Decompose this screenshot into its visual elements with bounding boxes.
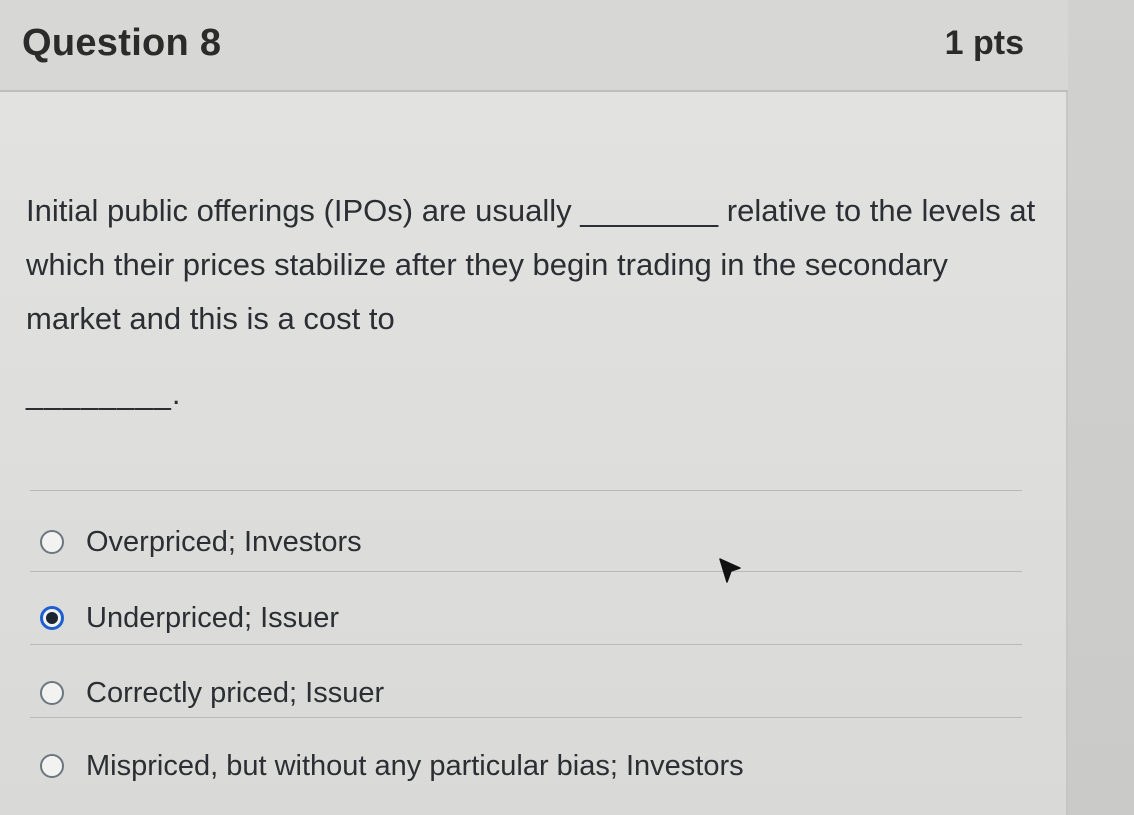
radio-button-3[interactable] bbox=[40, 681, 64, 705]
question-text: Initial public offerings (IPOs) are usua… bbox=[26, 193, 1036, 336]
answer-label-4: Mispriced, but without any particular bi… bbox=[86, 749, 744, 782]
answer-label-1: Overpriced; Investors bbox=[86, 525, 362, 558]
radio-button-1[interactable] bbox=[40, 530, 64, 554]
answers-top-divider bbox=[30, 490, 1022, 491]
answer-option-3[interactable]: Correctly priced; Issuer bbox=[40, 671, 384, 715]
answer-label-3: Correctly priced; Issuer bbox=[86, 676, 385, 709]
question-header: Question 8 1 pts bbox=[0, 0, 1068, 92]
answer-divider-1 bbox=[30, 571, 1022, 572]
radio-button-4[interactable] bbox=[40, 754, 64, 778]
answer-divider-3 bbox=[30, 717, 1022, 718]
question-title: Question 8 bbox=[22, 22, 222, 64]
mouse-pointer-icon bbox=[719, 558, 741, 583]
radio-button-2[interactable] bbox=[40, 606, 64, 630]
question-points: 1 pts bbox=[944, 24, 1024, 62]
answer-label-2: Underpriced; Issuer bbox=[86, 601, 340, 634]
answer-option-4[interactable]: Mispriced, but without any particular bi… bbox=[40, 744, 744, 788]
answer-option-1[interactable]: Overpriced; Investors bbox=[40, 520, 362, 564]
answer-divider-2 bbox=[30, 644, 1022, 645]
page-right-margin bbox=[1068, 0, 1134, 815]
question-card: Question 8 1 pts Initial public offering… bbox=[0, 0, 1068, 815]
question-blank: ________. bbox=[26, 376, 182, 411]
answer-option-2[interactable]: Underpriced; Issuer bbox=[40, 596, 339, 640]
